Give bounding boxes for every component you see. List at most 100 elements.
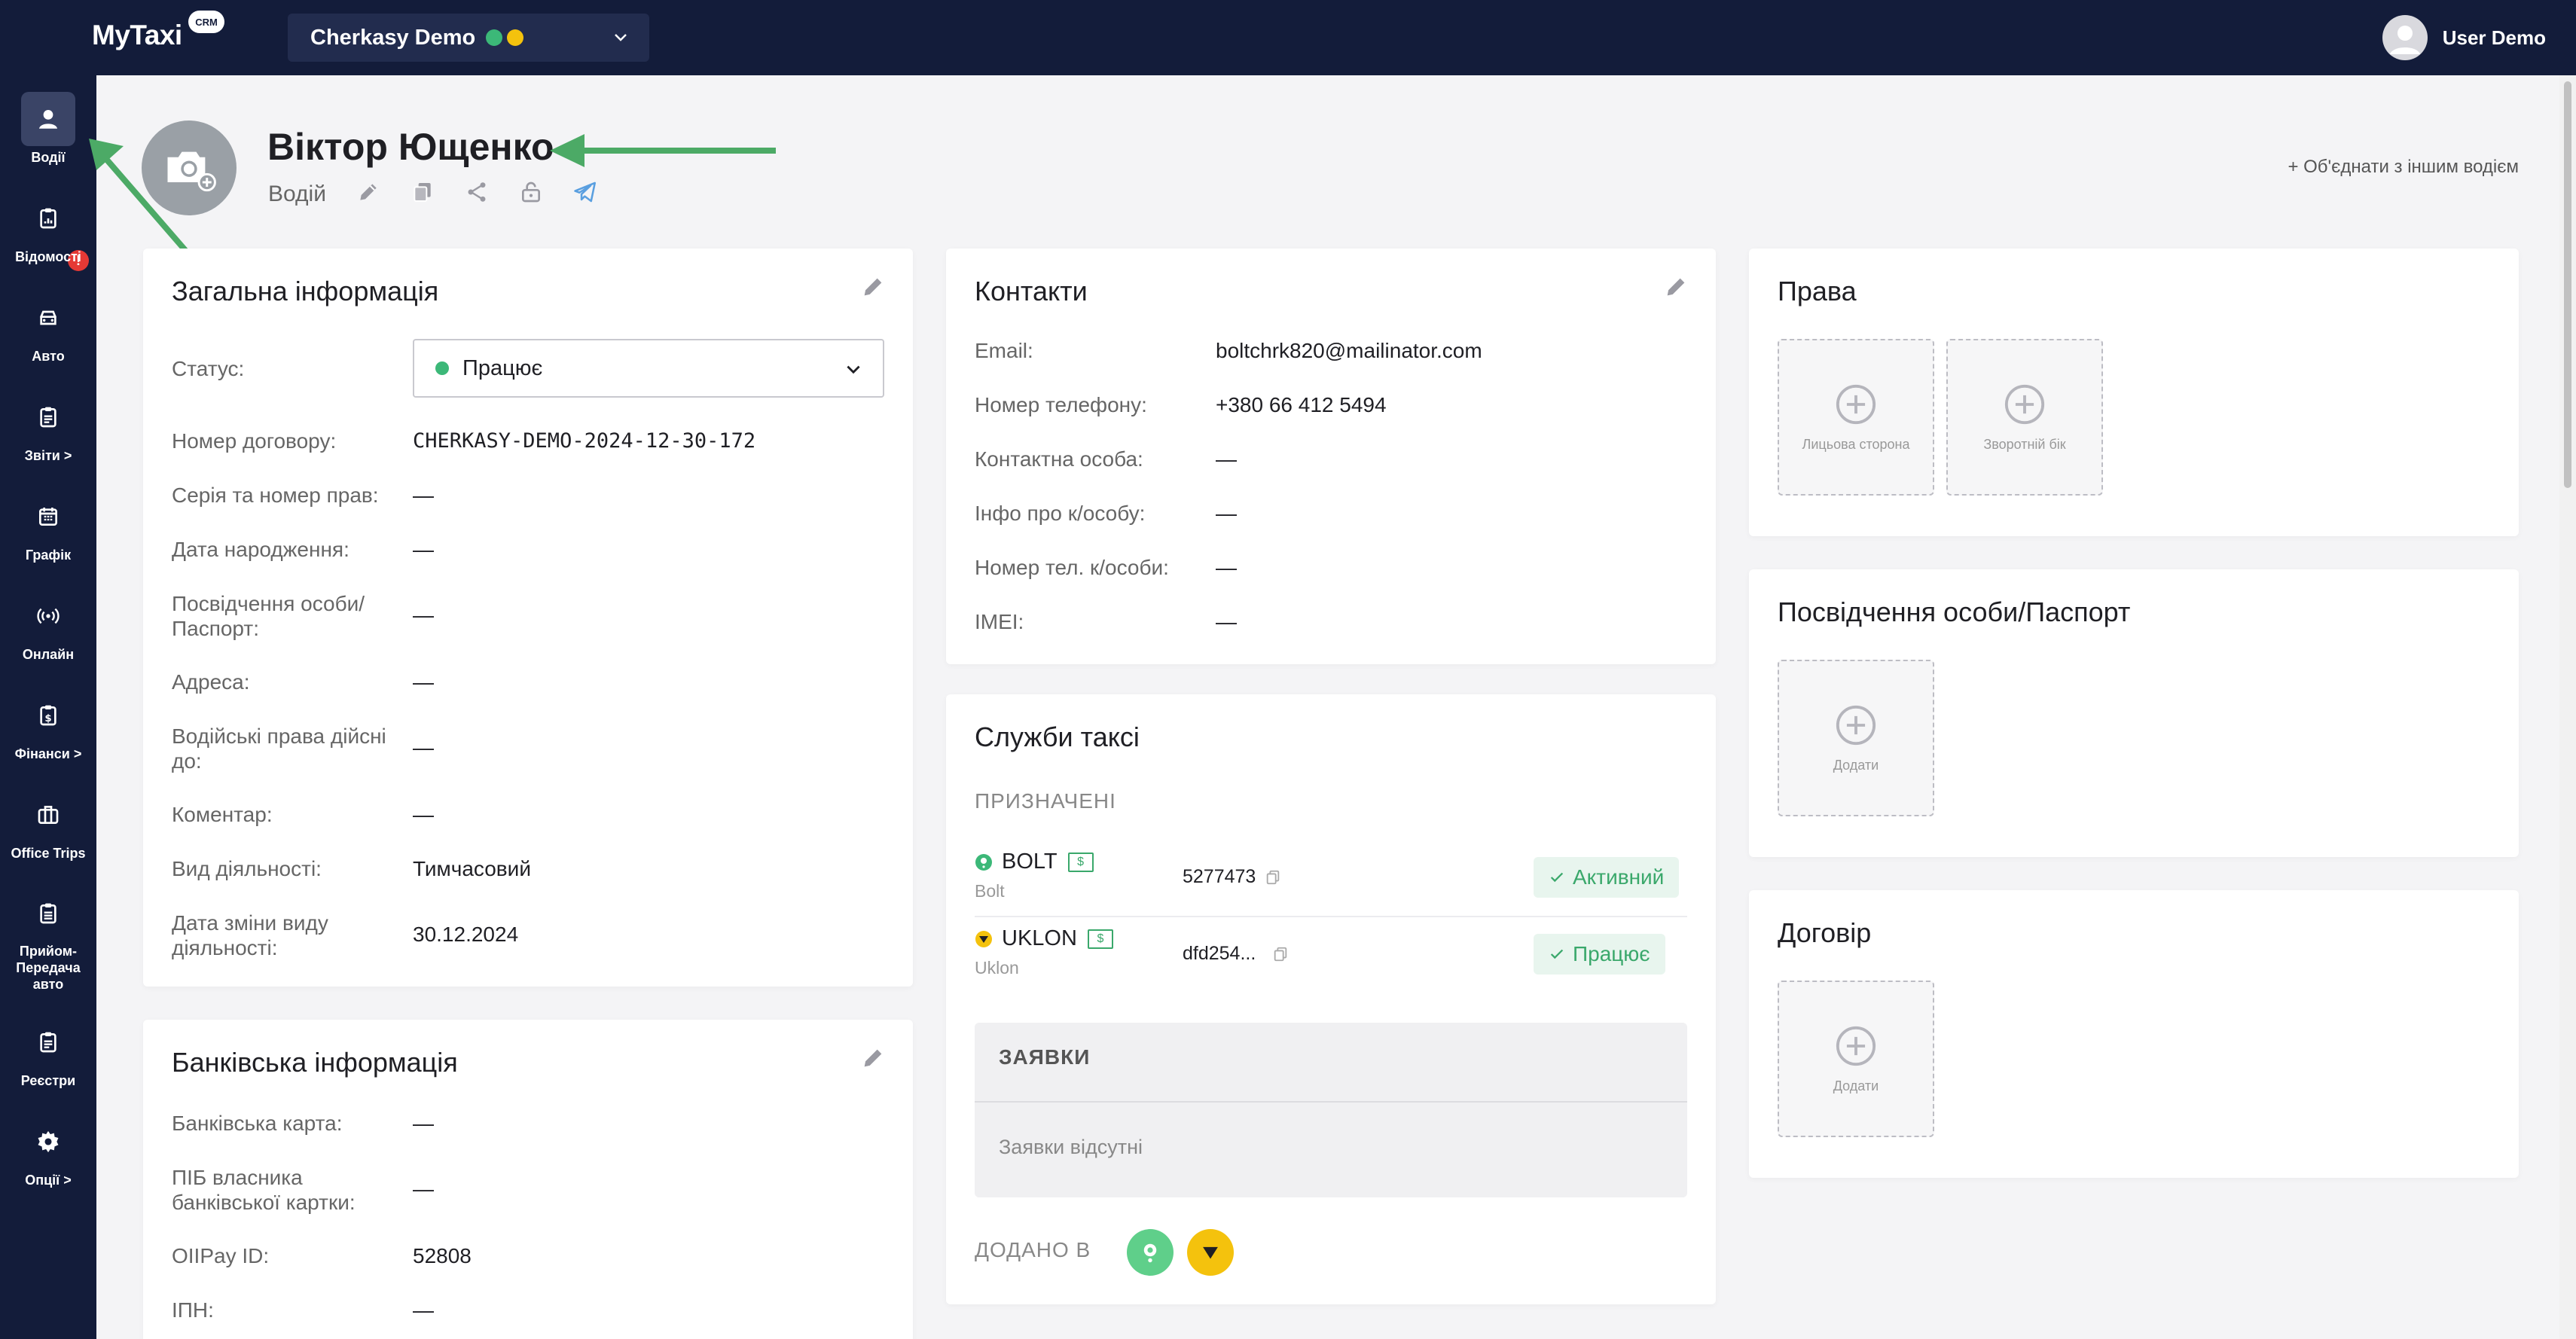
- sidebar-item-car-handover[interactable]: Прийом-Передача авто: [0, 880, 96, 993]
- gear-icon: [21, 1115, 75, 1169]
- uklon-logo-icon[interactable]: [1187, 1229, 1234, 1276]
- field-label: Номер тел. к/особи:: [975, 556, 1169, 579]
- bolt-logo-icon[interactable]: [1127, 1229, 1174, 1276]
- field-label: Номер телефону:: [975, 393, 1147, 416]
- license-back-upload[interactable]: Зворотній бік: [1946, 339, 2103, 496]
- copy-icon[interactable]: [408, 178, 437, 206]
- service-code: dfd254...: [1183, 943, 1289, 965]
- plus-circle-icon: [2004, 384, 2045, 424]
- sidebar-item-label: Авто: [32, 349, 65, 364]
- sidebar-item-registries[interactable]: Реєстри: [0, 1008, 96, 1098]
- status-text: Активний: [1573, 865, 1665, 889]
- brand-logo[interactable]: MyTaxi: [92, 20, 182, 51]
- field-label: Посвідчення особи/ Паспорт:: [172, 592, 365, 640]
- merge-driver-link[interactable]: + Об'єднати з іншим водієм: [2288, 157, 2519, 178]
- upload-label: Лицьова сторона: [1802, 436, 1910, 452]
- sidebar-item-finance[interactable]: $ Фінанси >: [0, 681, 96, 771]
- uklon-logo-icon: [975, 930, 992, 947]
- contract-number: CHERKASY-DEMO-2024-12-30-172: [413, 429, 756, 453]
- oilpay-id: 52808: [413, 1244, 472, 1267]
- edit-icon[interactable]: [860, 274, 886, 300]
- company-select[interactable]: Cherkasy Demo: [288, 14, 649, 62]
- upload-label: Додати: [1833, 757, 1879, 773]
- scrollbar-thumb[interactable]: [2564, 81, 2571, 488]
- sidebar-item-online[interactable]: Онлайн: [0, 581, 96, 672]
- driver-role: Водій: [268, 181, 326, 206]
- card-title: Служби таксі: [975, 721, 1140, 752]
- service-code: 5277473: [1183, 866, 1281, 888]
- field-label: Банківська карта:: [172, 1112, 343, 1135]
- edit-icon[interactable]: [1663, 274, 1689, 300]
- copy-icon[interactable]: [1265, 869, 1281, 886]
- sidebar-item-label: Фінанси >: [14, 746, 82, 761]
- field-label: Email:: [975, 339, 1033, 362]
- field-label: Коментар:: [172, 803, 273, 826]
- status-select[interactable]: Працює: [413, 339, 884, 398]
- card-title: Загальна інформація: [172, 276, 439, 307]
- contact-person-info: —: [1216, 502, 1237, 525]
- car-icon: [21, 291, 75, 345]
- contract-upload[interactable]: Додати: [1778, 981, 1934, 1137]
- requests-empty: Заявки відсутні: [999, 1136, 1143, 1158]
- money-icon: $: [1067, 852, 1094, 872]
- upload-label: Додати: [1833, 1078, 1879, 1093]
- service-status-badge: Працює: [1534, 934, 1665, 975]
- sidebar-item-office-trips[interactable]: Office Trips: [0, 780, 96, 871]
- crm-badge: CRM: [188, 11, 224, 33]
- user-name: User Demo: [2442, 26, 2546, 49]
- sidebar-item-label: Відомості: [15, 249, 81, 264]
- license-number: —: [413, 483, 434, 507]
- field-label: Контактна особа:: [975, 447, 1143, 471]
- registry-icon: [21, 1015, 75, 1069]
- field-label: Водійські права дійсні до:: [172, 724, 386, 773]
- sidebar-item-cars[interactable]: Авто: [0, 283, 96, 374]
- sidebar-item-options[interactable]: Опції >: [0, 1107, 96, 1197]
- share-icon[interactable]: [462, 178, 491, 206]
- calendar-icon: [21, 490, 75, 544]
- contact-person: —: [1216, 447, 1237, 471]
- unlock-icon[interactable]: [517, 178, 545, 206]
- divider: [975, 916, 1687, 917]
- edit-icon[interactable]: [860, 1045, 886, 1071]
- address: —: [413, 670, 434, 694]
- service-sub: Uklon: [975, 958, 1019, 978]
- sidebar-item-label: Графік: [25, 547, 72, 563]
- field-label: Дата народження:: [172, 538, 349, 561]
- sidebar-item-label: Office Trips: [11, 846, 86, 861]
- requests-panel: ЗАЯВКИ Заявки відсутні: [975, 1023, 1687, 1197]
- user-avatar-icon: [2382, 15, 2428, 60]
- passport-upload[interactable]: Додати: [1778, 660, 1934, 816]
- sidebar-item-reports[interactable]: Звіти >: [0, 383, 96, 473]
- plus-circle-icon: [1836, 1026, 1876, 1066]
- money-icon: $: [1087, 929, 1113, 949]
- field-label: Вид діяльності:: [172, 857, 322, 880]
- driver-actions: [354, 178, 600, 206]
- report-icon: [21, 390, 75, 444]
- sidebar-item-schedule[interactable]: Графік: [0, 482, 96, 572]
- telegram-icon[interactable]: [571, 178, 600, 206]
- card-title: Права: [1778, 276, 1857, 307]
- clipboard-icon: [21, 191, 75, 246]
- driver-code: 5277473: [1183, 866, 1256, 887]
- tax-id: —: [413, 1298, 434, 1322]
- license-front-upload[interactable]: Лицьова сторона: [1778, 339, 1934, 496]
- annotation-arrow-name: [550, 134, 776, 167]
- field-label: Статус:: [172, 357, 245, 380]
- activity-change-date: 30.12.2024: [413, 923, 519, 946]
- edit-icon[interactable]: [354, 178, 383, 206]
- bolt-logo-icon: [975, 853, 992, 871]
- copy-icon[interactable]: [1272, 946, 1289, 962]
- check-icon: [1550, 949, 1564, 959]
- briefcase-icon: [21, 788, 75, 842]
- scrollbar[interactable]: [2559, 75, 2576, 1339]
- user-menu[interactable]: User Demo: [2382, 15, 2546, 60]
- phone[interactable]: +380 66 412 5494: [1216, 392, 1387, 417]
- bank-card: —: [413, 1112, 434, 1135]
- birth-date: —: [413, 538, 434, 561]
- activity-type: Тимчасовий: [413, 857, 531, 880]
- field-label: ІПН:: [172, 1298, 214, 1322]
- email[interactable]: boltchrk820@mailinator.com: [1216, 338, 1482, 363]
- sidebar-item-label: Опції >: [25, 1173, 72, 1188]
- passport: —: [413, 603, 434, 627]
- field-label: Дата зміни виду діяльності:: [172, 911, 328, 959]
